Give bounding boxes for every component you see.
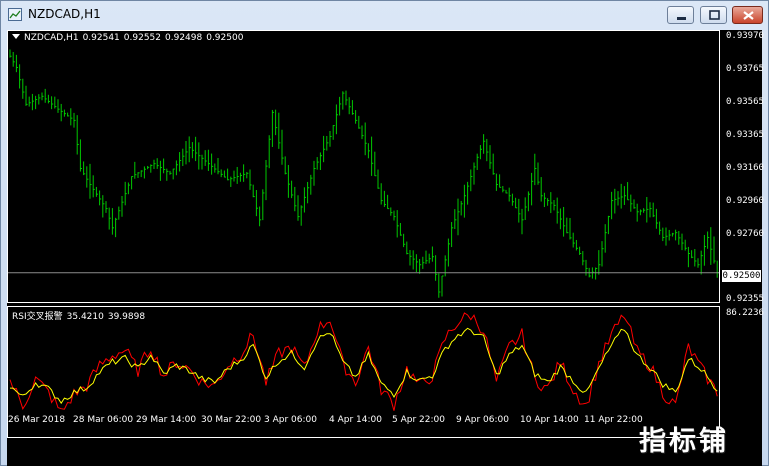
time-axis-label: 9 Apr 06:00: [456, 415, 509, 425]
chart-area[interactable]: NZDCAD,H1 0.92541 0.92552 0.92498 0.92500 RS…: [7, 30, 764, 466]
price-header: NZDCAD,H1 0.92541 0.92552 0.92498 0.92500: [12, 33, 247, 43]
chart-window: NZDCAD,H1 NZDCAD,H1 0.92541 0.92552 0.92498…: [0, 0, 769, 466]
time-axis-label: 29 Mar 14:00: [136, 415, 197, 425]
ohlc-close: 0.92500: [206, 33, 244, 43]
rsi-slow-line: [10, 327, 718, 405]
time-axis-label: 5 Apr 22:00: [392, 415, 445, 425]
minimize-button[interactable]: [667, 6, 694, 24]
rsi-value-1: 35.4210: [66, 312, 104, 322]
price-axis-label: 0.93160: [726, 163, 764, 173]
price-axis-label: 0.93970: [726, 31, 764, 41]
rsi-title: RSI交叉报警: [12, 312, 63, 322]
time-axis-label: 11 Apr 22:00: [584, 415, 643, 425]
rsi-header: RSI交叉报警 35.4210 39.9898: [12, 309, 149, 322]
close-icon: [743, 11, 754, 20]
symbol-label: NZDCAD,H1: [24, 33, 79, 43]
minimize-icon: [677, 17, 686, 20]
time-axis-label: 30 Mar 22:00: [201, 415, 262, 425]
current-price-label: 0.92500: [722, 270, 761, 282]
rsi-max-label: 86.2236: [726, 308, 764, 318]
rsi-value-2: 39.9898: [107, 312, 146, 322]
price-axis-label: 0.92960: [726, 196, 764, 206]
watermark-text: 指标铺: [639, 426, 729, 457]
price-axis-label: 0.92355: [726, 294, 764, 304]
price-axis-label: 0.93565: [726, 97, 764, 107]
price-chart: [8, 49, 719, 298]
time-axis-label: 4 Apr 14:00: [329, 415, 382, 425]
time-axis-label: 28 Mar 06:00: [73, 415, 134, 425]
ohlc-low: 0.92498: [165, 33, 203, 43]
close-button[interactable]: [732, 6, 763, 24]
price-pane[interactable]: NZDCAD,H1 0.92541 0.92552 0.92498 0.92500: [7, 30, 720, 303]
time-axis-label: 3 Apr 06:00: [264, 415, 317, 425]
collapse-triangle-icon[interactable]: [12, 34, 20, 39]
price-axis-label: 0.93365: [726, 130, 764, 140]
price-axis-label: 0.93765: [726, 64, 764, 74]
maximize-icon: [709, 10, 720, 20]
maximize-button[interactable]: [700, 6, 727, 24]
title-bar[interactable]: NZDCAD,H1: [1, 1, 768, 29]
price-axis-label: 0.92760: [726, 229, 764, 239]
chart-window-icon: [8, 8, 22, 21]
time-axis-label: 26 Mar 2018: [8, 415, 66, 425]
ohlc-open: 0.92541: [82, 33, 120, 43]
time-axis-label: 10 Apr 14:00: [520, 415, 579, 425]
window-title: NZDCAD,H1: [28, 7, 101, 21]
ohlc-high: 0.92552: [123, 33, 161, 43]
